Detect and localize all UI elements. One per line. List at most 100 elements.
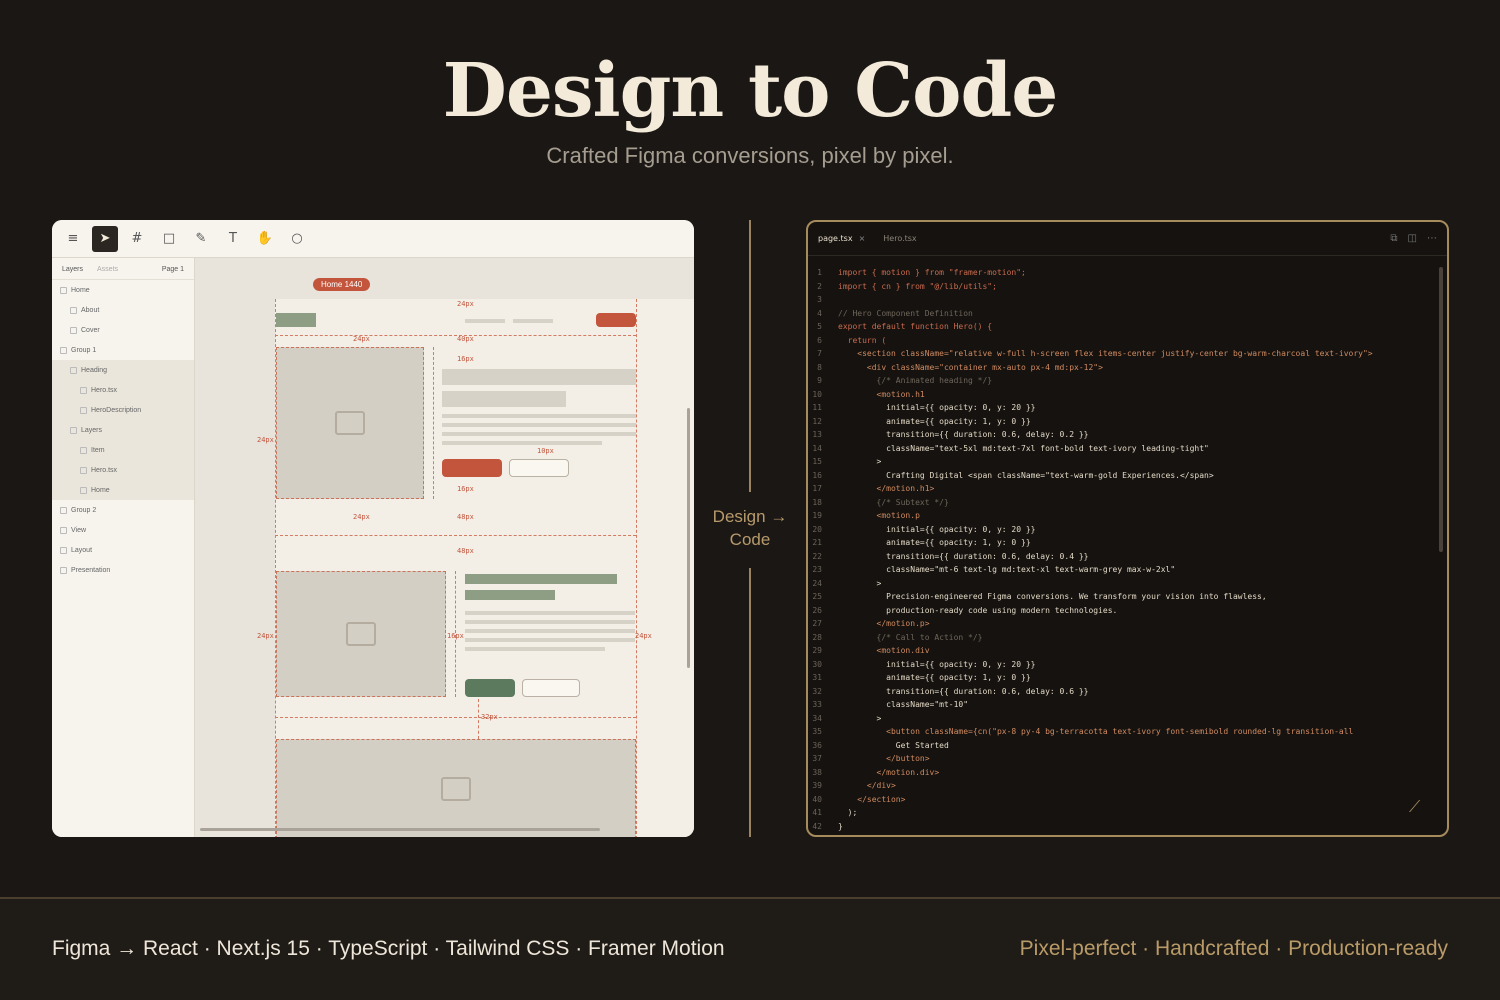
code-text: className="mt-6 text-lg md:text-xl text-…	[838, 565, 1176, 574]
code-line: 20 initial={{ opacity: 0, y: 20 }}	[808, 523, 1438, 537]
frame-tool-icon[interactable]: #	[124, 226, 150, 252]
hand-tool-icon[interactable]: ✋	[252, 226, 278, 252]
tab-hero-tsx[interactable]: Hero.tsx	[883, 234, 916, 243]
line-number: 4	[817, 308, 822, 318]
code-text: Precision-engineered Figma conversions. …	[838, 592, 1267, 601]
line-number: 12	[812, 416, 822, 426]
page-selector[interactable]: Page 1	[162, 266, 184, 273]
layer-item[interactable]: Group 2	[52, 500, 194, 520]
guide-line	[636, 299, 637, 837]
layer-icon	[60, 286, 67, 294]
tech-stack-text: Figma → React · Next.js 15 · TypeScript …	[52, 937, 725, 960]
layer-item[interactable]: HeroDescription	[52, 400, 194, 420]
code-line: 4 // Hero Component Definition	[808, 307, 1438, 321]
tab-page-tsx[interactable]: page.tsx ×	[818, 234, 865, 243]
line-number: 35	[812, 727, 822, 736]
layer-icon	[80, 486, 87, 494]
layout-icon[interactable]: ◫	[1408, 233, 1417, 244]
code-text: >	[838, 457, 882, 466]
code-line: 38 </motion.div>	[808, 766, 1438, 780]
layer-item[interactable]: Cover	[52, 320, 194, 340]
image-placeholder	[276, 739, 636, 837]
code-area[interactable]: 1 import { motion } from "framer-motion";…	[808, 266, 1438, 833]
layers-panel: Layers Assets Page 1 Home About Cover Group…	[52, 258, 195, 837]
code-text: className="mt-10"	[838, 700, 969, 709]
guide-line	[275, 335, 636, 336]
code-line: 39 </div>	[808, 779, 1438, 793]
layer-label: Home	[91, 486, 110, 494]
code-line: 12 animate={{ opacity: 1, y: 0 }}	[808, 415, 1438, 429]
layer-item[interactable]: Group 1	[52, 340, 194, 360]
shape-tool-icon[interactable]: □	[156, 226, 182, 252]
primary-button-placeholder	[442, 459, 502, 477]
heading-placeholder	[465, 590, 555, 600]
spacing-label: 16px	[457, 485, 474, 493]
line-number: 26	[812, 605, 822, 615]
layer-item[interactable]: Layers	[52, 420, 194, 440]
editor-scrollbar[interactable]	[1439, 267, 1443, 552]
menu-icon[interactable]: ≡	[60, 226, 86, 252]
code-text: >	[838, 578, 882, 588]
layer-item[interactable]: Home	[52, 280, 194, 300]
figma-toolbar: ≡ ➤ # □ ✎ T ✋ ○	[52, 220, 694, 258]
layer-icon	[80, 386, 87, 394]
more-icon[interactable]: ⋯	[1427, 233, 1437, 244]
layer-icon	[60, 546, 67, 554]
layer-icon	[70, 366, 77, 374]
image-icon	[346, 622, 376, 646]
code-text: <button className={cn("px-8 py-4 bg-terr…	[838, 727, 1354, 736]
layer-label: Layers	[81, 426, 103, 434]
layer-label: Layout	[71, 546, 93, 554]
layer-label: Hero.tsx	[91, 466, 118, 474]
layer-item[interactable]: Item	[52, 440, 194, 460]
move-tool-icon[interactable]: ➤	[92, 225, 118, 252]
frame-tag[interactable]: Home 1440	[313, 278, 371, 291]
code-line: 42}	[808, 820, 1438, 834]
layer-label: About	[81, 306, 100, 314]
code-line: 3	[808, 293, 1438, 307]
line-number: 25	[812, 592, 822, 601]
design-canvas[interactable]: Home 1440 24px 24px 40px 16px 24px 10px …	[195, 258, 694, 837]
split-editor-icon[interactable]: ⧉	[1390, 233, 1397, 244]
close-icon[interactable]: ×	[859, 234, 866, 243]
layer-item[interactable]: View	[52, 520, 194, 540]
layer-item[interactable]: Layout	[52, 540, 194, 560]
code-text: Get Started	[838, 740, 949, 750]
horizontal-scrollbar[interactable]	[200, 828, 600, 831]
code-line: 23 className="mt-6 text-lg md:text-xl te…	[808, 563, 1438, 577]
layer-label: Group 2	[71, 506, 97, 514]
text-line	[465, 620, 635, 624]
layer-item[interactable]: Presentation	[52, 560, 194, 580]
code-text: initial={{ opacity: 0, y: 20 }}	[838, 403, 1036, 412]
comment-tool-icon[interactable]: ○	[284, 226, 310, 252]
code-text: <motion.h1	[838, 389, 925, 399]
layer-label: HeroDescription	[91, 406, 142, 414]
code-line: 28 {/* Call to Action */}	[808, 631, 1438, 645]
layer-item[interactable]: Home	[52, 480, 194, 500]
image-placeholder	[276, 347, 424, 499]
vertical-scrollbar[interactable]	[687, 408, 690, 668]
layer-label: Heading	[81, 366, 108, 374]
home-frame[interactable]: 24px 24px 40px 16px 24px 10px 16px 24px …	[257, 299, 694, 837]
text-tool-icon[interactable]: T	[220, 226, 246, 252]
layer-label: Group 1	[71, 346, 97, 354]
guide-line	[275, 535, 636, 536]
assets-tab[interactable]: Assets	[97, 266, 118, 273]
layer-item[interactable]: About	[52, 300, 194, 320]
code-line: 29 <motion.div	[808, 644, 1438, 658]
code-line: 5 export default function Hero() {	[808, 320, 1438, 334]
code-text: transition={{ duration: 0.6, delay: 0.6 …	[838, 686, 1089, 696]
code-text: </div>	[838, 781, 896, 790]
layers-tab[interactable]: Layers	[62, 266, 83, 273]
code-editor-window: page.tsx × Hero.tsx ⧉ ◫ ⋯ 1 import { motio…	[806, 220, 1449, 837]
layer-item[interactable]: Hero.tsx	[52, 380, 194, 400]
layer-item[interactable]: Hero.tsx	[52, 460, 194, 480]
code-line: 13 transition={{ duration: 0.6, delay: 0…	[808, 428, 1438, 442]
text-line	[465, 629, 635, 633]
heading-placeholder	[465, 574, 617, 584]
text-line	[465, 611, 635, 615]
code-line: 17 </motion.h1>	[808, 482, 1438, 496]
pen-tool-icon[interactable]: ✎	[188, 226, 214, 252]
layer-item[interactable]: Heading	[52, 360, 194, 380]
layer-icon	[60, 346, 67, 354]
